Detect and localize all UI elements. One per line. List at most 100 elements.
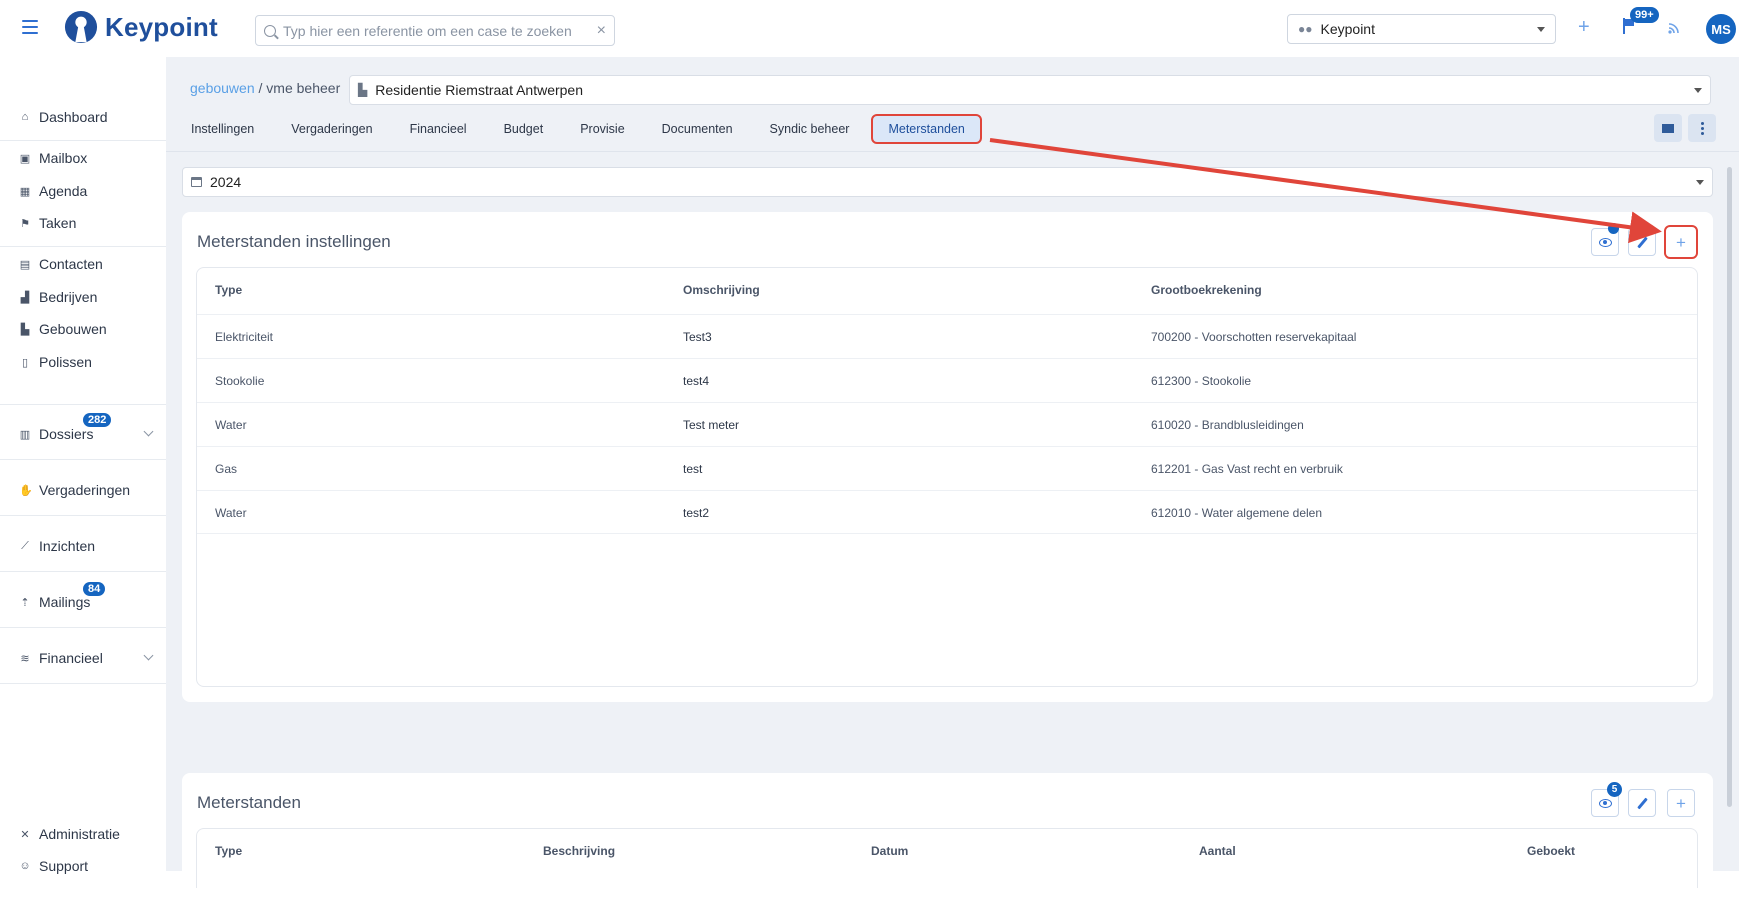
sidebar-item-label: Inzichten xyxy=(39,538,96,554)
rss-icon[interactable] xyxy=(1668,21,1680,37)
logo-text: Keypoint xyxy=(105,11,218,42)
scrollbar[interactable] xyxy=(1727,167,1732,807)
column-header-type: Type xyxy=(215,283,243,297)
cell-type: Water xyxy=(215,506,247,520)
sidebar-item-financieel[interactable]: ≋ Financieel xyxy=(0,642,166,674)
sidebar-item-agenda[interactable]: ▦ Agenda xyxy=(0,175,166,207)
column-header-aantal: Aantal xyxy=(1199,844,1236,858)
view-button[interactable]: 5 xyxy=(1591,782,1622,817)
breadcrumb-link-gebouwen[interactable]: gebouwen xyxy=(190,80,255,96)
table-row[interactable]: Water Test meter 610020 - Brandblusleidi… xyxy=(197,402,1697,446)
sidebar-item-mailbox[interactable]: ▣ Mailbox xyxy=(0,142,166,174)
tenant-select[interactable]: ●● Keypoint xyxy=(1287,14,1556,44)
chevron-down-icon xyxy=(143,426,154,437)
breadcrumb-current: / vme beheer xyxy=(254,80,341,96)
sidebar-item-label: Mailings xyxy=(39,594,91,610)
top-bar: Keypoint × ●● Keypoint + 99+ MS xyxy=(0,0,1752,57)
breadcrumb: gebouwen / vme beheer xyxy=(190,80,340,96)
column-header-type: Type xyxy=(215,844,243,858)
sidebar-item-label: Support xyxy=(39,858,89,874)
view-button[interactable] xyxy=(1591,223,1619,256)
tab-provisie[interactable]: Provisie xyxy=(565,114,639,144)
sidebar-item-inzichten[interactable]: ⟋ Inzichten xyxy=(0,530,166,562)
plus-icon: + xyxy=(1676,232,1686,252)
tab-syndic-beheer[interactable]: Syndic beheer xyxy=(755,114,865,144)
sidebar-item-polissen[interactable]: ▯ Polissen xyxy=(0,346,166,378)
sidebar-item-vergaderingen[interactable]: ✋ Vergaderingen xyxy=(0,474,166,506)
clear-search-icon[interactable]: × xyxy=(597,22,606,40)
card-title: Meterstanden instellingen xyxy=(197,232,391,251)
divider xyxy=(0,246,166,247)
sidebar-item-taken[interactable]: ⚑ Taken xyxy=(0,207,166,239)
sidebar: ⌂ Dashboard ▣ Mailbox ▦ Agenda ⚑ Taken ▤ Cont… xyxy=(0,57,166,897)
sidebar-item-label: Contacten xyxy=(39,256,103,272)
more-options-button[interactable] xyxy=(1688,114,1716,142)
card-title: Meterstanden xyxy=(197,793,301,812)
meter-readings-card: Meterstanden 5 + Type Beschrijving Datum… xyxy=(182,773,1713,888)
eye-icon xyxy=(1598,237,1612,247)
inbox-icon: ▣ xyxy=(19,152,31,165)
sidebar-item-label: Vergaderingen xyxy=(39,482,131,498)
coins-icon: ≋ xyxy=(20,652,30,665)
meter-settings-table: Type Omschrijving Grootboekrekening Elek… xyxy=(196,267,1698,687)
sidebar-item-label: Gebouwen xyxy=(39,321,107,337)
edit-button[interactable] xyxy=(1628,789,1656,817)
column-header-grootboekrekening: Grootboekrekening xyxy=(1151,283,1262,297)
meter-readings-table: Type Beschrijving Datum Aantal Geboekt xyxy=(196,828,1698,888)
edit-button[interactable] xyxy=(1628,228,1656,256)
sidebar-item-administratie[interactable]: ✕ Administratie xyxy=(0,818,166,850)
column-header-datum: Datum xyxy=(871,844,909,858)
year-select[interactable]: 2024 xyxy=(182,167,1713,197)
search-box[interactable]: × xyxy=(255,15,615,46)
sidebar-item-support[interactable]: ☺ Support xyxy=(0,850,166,882)
tab-instellingen[interactable]: Instellingen xyxy=(176,114,269,144)
chevron-down-icon xyxy=(1694,87,1702,93)
search-input[interactable] xyxy=(283,22,597,39)
cell-type: Stookolie xyxy=(215,374,265,388)
email-button[interactable] xyxy=(1654,114,1682,142)
page-header: gebouwen / vme beheer ▙ Residentie Riems… xyxy=(166,57,1739,152)
table-row[interactable]: Water test2 612010 - Water algemene dele… xyxy=(197,490,1697,534)
table-row[interactable]: Elektriciteit Test3 700200 - Voorschotte… xyxy=(197,314,1697,358)
add-meter-reading-button[interactable]: + xyxy=(1667,789,1695,817)
sidebar-item-label: Dashboard xyxy=(39,109,108,125)
calendar-icon: ▦ xyxy=(19,185,31,198)
eye-icon xyxy=(1598,798,1612,808)
dossiers-badge: 282 xyxy=(83,413,112,427)
cell-omschrijving: Test3 xyxy=(683,330,712,344)
users-icon: ●● xyxy=(1298,22,1313,36)
sidebar-item-label: Polissen xyxy=(39,354,92,370)
cell-grootboekrekening: 700200 - Voorschotten reservekapitaal xyxy=(1151,330,1357,344)
table-row[interactable]: Stookolie test4 612300 - Stookolie xyxy=(197,358,1697,402)
logo[interactable]: Keypoint xyxy=(63,10,218,44)
search-icon xyxy=(264,24,276,37)
sidebar-item-label: Dossiers xyxy=(39,426,94,442)
cell-grootboekrekening: 612201 - Gas Vast recht en verbruik xyxy=(1151,462,1343,476)
flag-icon: ⚑ xyxy=(20,217,30,230)
tab-budget[interactable]: Budget xyxy=(489,114,559,144)
sidebar-item-bedrijven[interactable]: ▟ Bedrijven xyxy=(0,281,166,313)
pencil-icon xyxy=(1636,236,1648,248)
cell-omschrijving: test4 xyxy=(683,374,710,388)
add-meter-setting-button[interactable]: + xyxy=(1664,225,1698,259)
sidebar-item-contacten[interactable]: ▤ Contacten xyxy=(0,248,166,280)
divider xyxy=(0,683,166,684)
tab-documenten[interactable]: Documenten xyxy=(647,114,748,144)
tab-vergaderingen[interactable]: Vergaderingen xyxy=(276,114,387,144)
cell-type: Gas xyxy=(215,462,238,476)
table-row[interactable]: Gas test 612201 - Gas Vast recht en verb… xyxy=(197,446,1697,490)
menu-icon[interactable] xyxy=(22,20,38,34)
sidebar-item-dashboard[interactable]: ⌂ Dashboard xyxy=(0,101,166,133)
sidebar-item-gebouwen[interactable]: ▙ Gebouwen xyxy=(0,313,166,345)
tab-financieel[interactable]: Financieel xyxy=(395,114,482,144)
tab-bar: Instellingen Vergaderingen Financieel Bu… xyxy=(176,114,989,144)
divider xyxy=(166,151,1739,152)
building-icon: ▙ xyxy=(358,83,368,97)
chevron-down-icon xyxy=(143,650,154,661)
add-icon[interactable]: + xyxy=(1578,16,1590,39)
sidebar-item-label: Bedrijven xyxy=(39,289,98,305)
cell-type: Elektriciteit xyxy=(215,330,274,344)
avatar[interactable]: MS xyxy=(1706,14,1736,44)
tab-meterstanden[interactable]: Meterstanden xyxy=(871,114,982,144)
building-select[interactable]: ▙ Residentie Riemstraat Antwerpen xyxy=(349,75,1711,105)
